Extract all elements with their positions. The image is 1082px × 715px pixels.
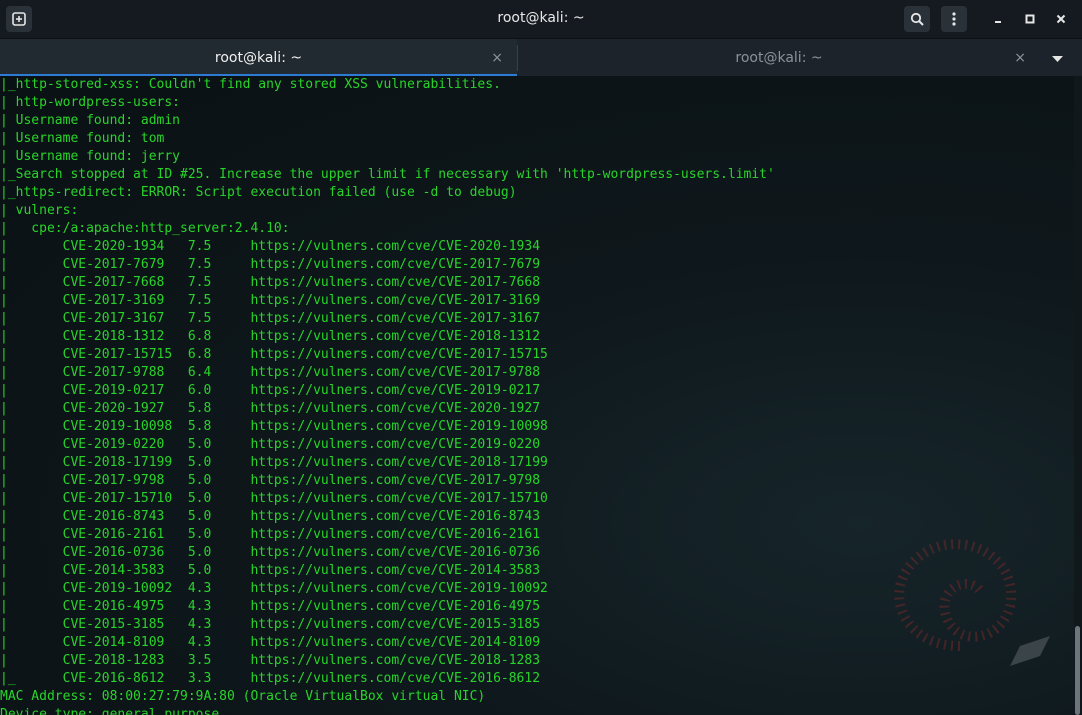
terminal-line: |_http-stored-xss: Couldn't find any sto… xyxy=(0,77,501,92)
minimize-icon xyxy=(995,21,1001,23)
terminal-line: | CVE-2016-8743 5.0 https://vulners.com/… xyxy=(0,509,541,524)
terminal-line: | CVE-2014-8109 4.3 https://vulners.com/… xyxy=(0,635,541,650)
menu-button[interactable] xyxy=(941,6,967,32)
terminal-output[interactable]: |_http-stored-xss: Couldn't find any sto… xyxy=(0,76,1074,715)
tab-bar: root@kali: ~ × root@kali: ~ × xyxy=(0,38,1082,77)
terminal-line: | CVE-2019-0217 6.0 https://vulners.com/… xyxy=(0,383,541,398)
maximize-icon xyxy=(1025,14,1035,24)
terminal-line: | CVE-2017-9788 6.4 https://vulners.com/… xyxy=(0,365,541,380)
terminal-line: | Username found: admin xyxy=(0,113,181,128)
terminal-line: | CVE-2016-0736 5.0 https://vulners.com/… xyxy=(0,545,541,560)
terminal-line: | CVE-2016-2161 5.0 https://vulners.com/… xyxy=(0,527,541,542)
terminal-line: | CVE-2019-0220 5.0 https://vulners.com/… xyxy=(0,437,541,452)
terminal-line: | CVE-2019-10092 4.3 https://vulners.com… xyxy=(0,581,548,596)
terminal-line: | Username found: tom xyxy=(0,131,165,146)
terminal-line: |_ CVE-2016-8612 3.3 https://vulners.com… xyxy=(0,671,541,686)
terminal-line: | CVE-2014-3583 5.0 https://vulners.com/… xyxy=(0,563,541,578)
tab-2[interactable]: root@kali: ~ × xyxy=(518,39,1040,77)
tab-2-close-icon[interactable]: × xyxy=(1014,50,1026,66)
terminal-line: | CVE-2018-1283 3.5 https://vulners.com/… xyxy=(0,653,541,668)
terminal-line: | CVE-2020-1934 7.5 https://vulners.com/… xyxy=(0,239,541,254)
terminal-scrollbar[interactable] xyxy=(1074,76,1082,715)
terminal-line: |_Search stopped at ID #25. Increase the… xyxy=(0,167,775,182)
terminal-line: | CVE-2018-17199 5.0 https://vulners.com… xyxy=(0,455,548,470)
terminal-line: | CVE-2017-15710 5.0 https://vulners.com… xyxy=(0,491,548,506)
terminal-line: | CVE-2015-3185 4.3 https://vulners.com/… xyxy=(0,617,541,632)
tab-1-close-icon[interactable]: × xyxy=(491,50,503,66)
search-button[interactable] xyxy=(904,6,930,32)
chevron-down-icon xyxy=(1052,56,1063,62)
terminal-line: | Username found: jerry xyxy=(0,149,181,164)
kebab-menu-icon xyxy=(952,12,956,26)
kali-swirl-watermark xyxy=(894,539,1050,666)
close-icon xyxy=(1056,14,1066,24)
tab-2-label: root@kali: ~ xyxy=(735,50,823,66)
terminal-line: | vulners: xyxy=(0,203,79,218)
terminal-line: | CVE-2020-1927 5.8 https://vulners.com/… xyxy=(0,401,541,416)
terminal-line: Device type: general purpose xyxy=(0,707,220,715)
tab-list-button[interactable] xyxy=(1052,52,1063,66)
terminal-line: |_https-redirect: ERROR: Script executio… xyxy=(0,185,517,200)
terminal-line: | CVE-2019-10098 5.8 https://vulners.com… xyxy=(0,419,548,434)
terminal-line: | cpe:/a:apache:http_server:2.4.10: xyxy=(0,221,290,236)
tab-1-label: root@kali: ~ xyxy=(214,50,303,66)
terminal-lines: |_http-stored-xss: Couldn't find any sto… xyxy=(0,76,775,715)
terminal-line: | CVE-2016-4975 4.3 https://vulners.com/… xyxy=(0,599,541,614)
scrollbar-thumb[interactable] xyxy=(1075,626,1080,715)
maximize-button[interactable] xyxy=(1017,6,1043,32)
tab-1[interactable]: root@kali: ~ × xyxy=(0,39,517,77)
title-bar: root@kali: ~ xyxy=(0,0,1082,38)
terminal-line: | CVE-2017-3167 7.5 https://vulners.com/… xyxy=(0,311,541,326)
close-button[interactable] xyxy=(1048,6,1074,32)
terminal-line: | CVE-2017-7668 7.5 https://vulners.com/… xyxy=(0,275,541,290)
terminal-line: | CVE-2017-15715 6.8 https://vulners.com… xyxy=(0,347,548,362)
terminal-line: | CVE-2017-7679 7.5 https://vulners.com/… xyxy=(0,257,541,272)
terminal-line: | CVE-2017-9798 5.0 https://vulners.com/… xyxy=(0,473,541,488)
minimize-button[interactable] xyxy=(985,6,1011,32)
terminal-line: | CVE-2018-1312 6.8 https://vulners.com/… xyxy=(0,329,541,344)
terminal-line: | http-wordpress-users: xyxy=(0,95,181,110)
terminal-line: | CVE-2017-3169 7.5 https://vulners.com/… xyxy=(0,293,541,308)
search-icon xyxy=(910,12,924,26)
terminal-line: MAC Address: 08:00:27:79:9A:80 (Oracle V… xyxy=(0,689,486,704)
